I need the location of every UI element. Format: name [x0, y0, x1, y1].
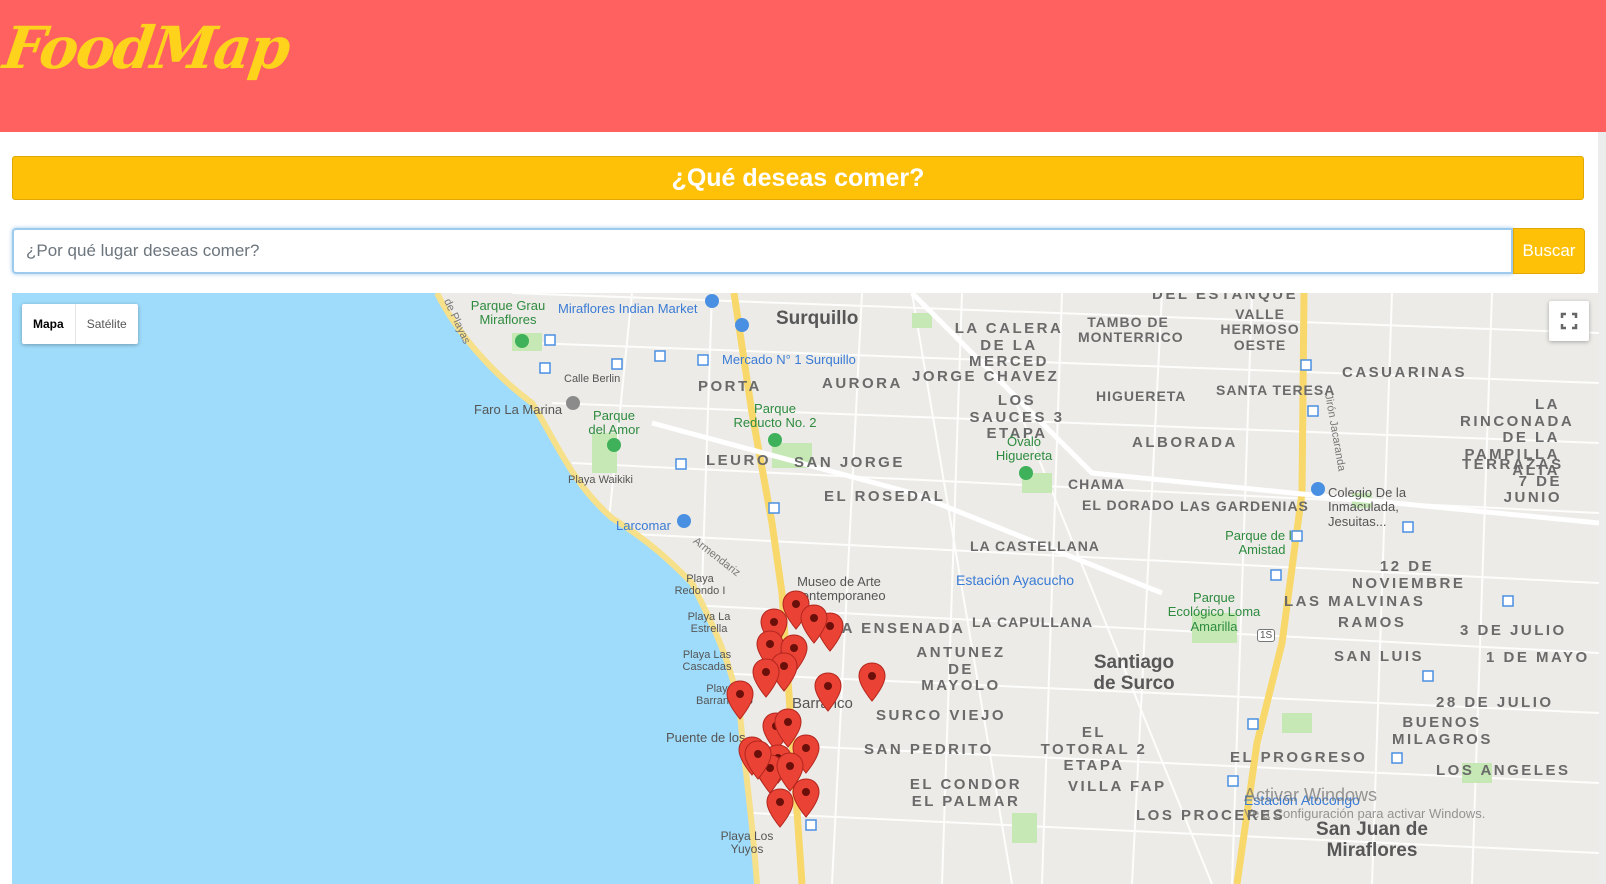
map-label: Playa Los Yuyos [720, 829, 774, 857]
map-label: Surquillo [776, 308, 859, 329]
map-pin-icon[interactable] [752, 658, 780, 698]
map-label: EL TOTORAL 2 ETAPA [1040, 724, 1148, 774]
map-pin-icon[interactable] [726, 680, 754, 720]
map-label: Mercado N° 1 Surquillo [722, 352, 856, 367]
map-pin-icon[interactable] [766, 788, 794, 828]
search-bar: Buscar [12, 228, 1585, 274]
map-label: LA CASTELLANA [970, 538, 1100, 554]
map-label: Parque Grau Miraflores [470, 298, 546, 328]
map-label: Puente de los Suspiros [666, 731, 746, 745]
map-label: SAN PEDRITO [864, 741, 994, 758]
map-label: LA CALERA DE LA MERCED [954, 320, 1064, 370]
map-label: Parque del Amor [588, 408, 640, 438]
map-label: Playa La Estrella [687, 611, 731, 636]
map-pin-icon[interactable] [800, 604, 828, 644]
map-label: 12 DE NOVIEMBRE [1352, 558, 1466, 592]
map-label: LAS GARDENIAS [1180, 498, 1309, 514]
map-label: LOS ANGELES [1436, 762, 1571, 779]
map-label: Parque de la Amistad [1225, 528, 1299, 558]
map-type-satellite[interactable]: Satélite [76, 304, 138, 344]
header: FoodMap [0, 0, 1606, 132]
map-label: HIGUERETA [1096, 388, 1187, 404]
map-label: ALBORADA [1132, 434, 1238, 451]
map-label: Playa Las Cascadas [682, 649, 732, 674]
map-label: EL PROGRESO [1230, 749, 1368, 766]
map-pin-icon[interactable] [858, 662, 886, 702]
map-label: San Juan de Miraflores [1316, 819, 1428, 861]
map-label: Playa Waikiki [568, 474, 633, 486]
watermark-line1: Activar Windows [1244, 785, 1378, 805]
map-label: EL CONDOR EL PALMAR [909, 776, 1023, 810]
map-label: Playa Redondo I [674, 573, 726, 598]
map-label: Parque Reducto No. 2 [733, 401, 817, 431]
map-pin-icon[interactable] [814, 672, 842, 712]
map-type-mapa[interactable]: Mapa [22, 304, 76, 344]
map-label: PORTA [698, 378, 762, 395]
map-label: LAS MALVINAS [1284, 593, 1426, 610]
map-label: SAN JORGE [794, 454, 905, 471]
map-label: CASUARINAS [1342, 364, 1468, 381]
map-pin-icon[interactable] [792, 778, 820, 818]
map-label: RAMOS [1338, 614, 1407, 631]
map-label: 28 DE JULIO [1436, 694, 1554, 711]
search-input[interactable] [12, 228, 1513, 274]
route-shield: 1S [1257, 629, 1276, 642]
map-label: SAN LUIS [1334, 648, 1425, 665]
map-label: Faro La Marina [474, 402, 563, 417]
map-label: LA ENSENADA [830, 620, 966, 637]
fullscreen-icon [1560, 312, 1578, 330]
map-label: Calle Berlin [564, 373, 621, 385]
map-label: Colegio De la Inmaculada, Jesuitas... [1328, 485, 1407, 529]
map-label: TERRAZAS 7 DE JUNIO [1462, 456, 1564, 506]
map-label: CHAMA [1068, 476, 1126, 492]
windows-watermark: Activar Windows Ve a Configuración para … [1244, 785, 1485, 821]
map-label: 1 DE MAYO [1486, 649, 1590, 666]
map-label: Santiago de Surco [1093, 652, 1175, 694]
map-label: VALLE HERMOSO OESTE [1220, 306, 1300, 353]
map-label: SANTA TERESA [1216, 382, 1336, 398]
map-label: TAMBO DE MONTERRICO [1078, 314, 1184, 346]
map-label: Parque Ecológico Loma Amarilla [1167, 590, 1261, 634]
map-label: SURCO VIEJO [876, 707, 1007, 724]
map-label: EL DORADO [1082, 497, 1175, 513]
page-title: ¿Qué deseas comer? [12, 156, 1584, 200]
map-label: Larcomar [616, 518, 671, 533]
map-label: EL ROSEDAL [824, 488, 946, 505]
map-label: BUENOS MILAGROS [1392, 714, 1493, 748]
map-label: JORGE CHAVEZ [912, 368, 1060, 385]
map-label: LA CAPULLANA [972, 614, 1094, 630]
map-label: Óvalo Higuereta [995, 434, 1053, 464]
map-label: DEL ESTANQUE [1152, 293, 1299, 303]
search-button[interactable]: Buscar [1513, 228, 1585, 274]
map-label: Estación Ayacucho [956, 572, 1075, 588]
map-label: AURORA [822, 375, 903, 392]
map-label: 3 DE JULIO [1460, 622, 1567, 639]
map-type-control: Mapa Satélite [22, 304, 138, 344]
map-label: LEURO [706, 452, 771, 469]
map-label: VILLA FAP [1068, 778, 1167, 795]
fullscreen-button[interactable] [1549, 301, 1589, 341]
map-label: ANTUNEZ DE MAYOLO [916, 644, 1006, 694]
scrollbar-track[interactable] [1598, 132, 1606, 884]
map-pin-icon[interactable] [744, 740, 772, 780]
app-logo[interactable]: FoodMap [0, 14, 293, 82]
watermark-line2: Ve a Configuración para activar Windows. [1244, 806, 1486, 821]
map-label: Miraflores Indian Market [558, 301, 698, 316]
